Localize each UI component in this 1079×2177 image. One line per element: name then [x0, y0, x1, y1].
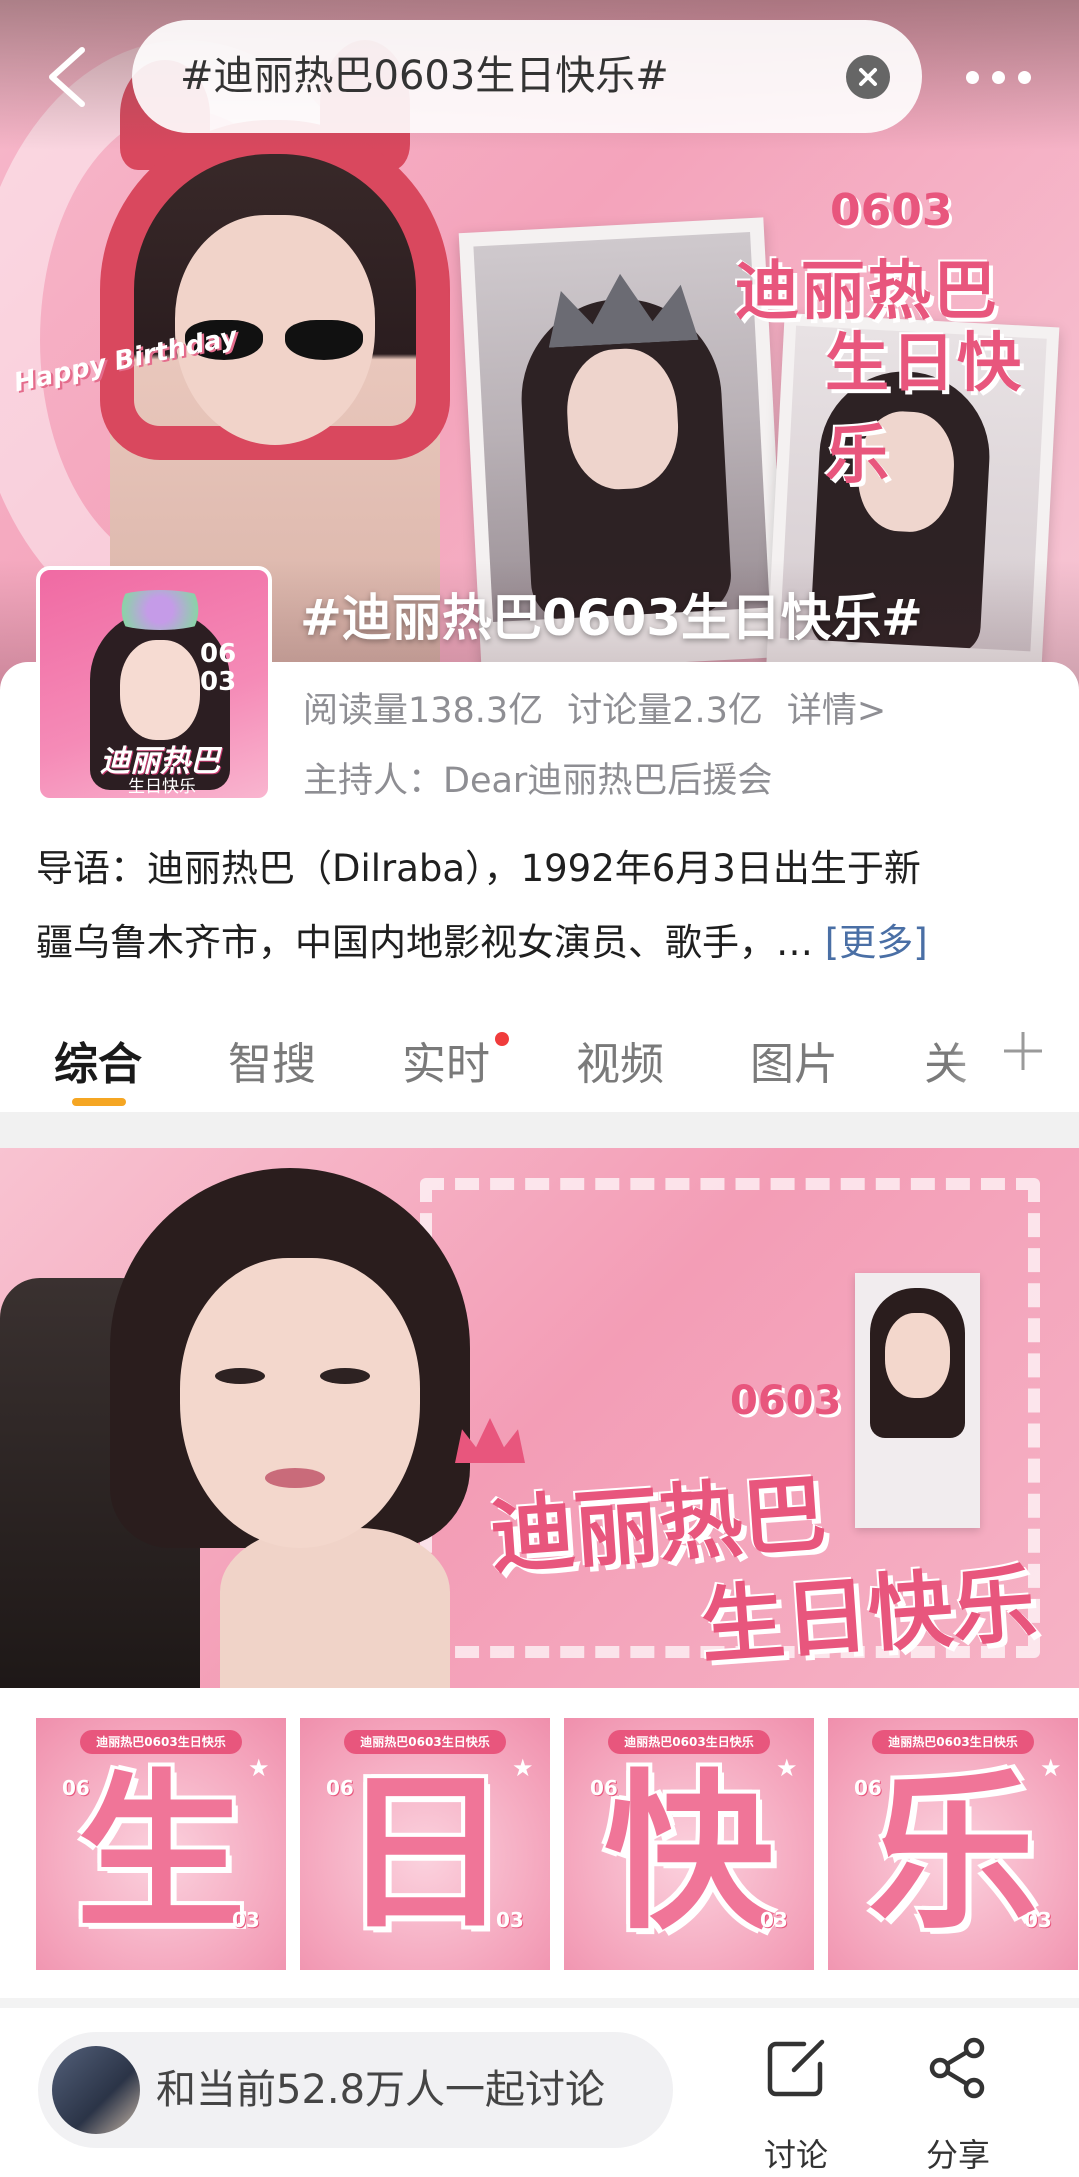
stamp-photo [855, 1273, 980, 1528]
back-button[interactable] [40, 40, 100, 115]
hero-title-line2: 生日快乐 [825, 327, 1023, 493]
discuss-prompt: 和当前52.8万人一起讨论 [156, 2067, 606, 2113]
plus-icon [1004, 1032, 1042, 1070]
top-bar: #迪丽热巴0603生日快乐# [0, 0, 1079, 150]
image-tile[interactable]: 迪丽热巴0603生日快乐 生 06 03 ★ [36, 1718, 286, 1970]
more-options-button[interactable] [960, 55, 1040, 99]
topic-avatar[interactable]: 06 03 迪丽热巴 生日快乐 [36, 566, 272, 802]
details-link[interactable]: 详情> [787, 691, 886, 731]
realtime-notification-dot [495, 1032, 509, 1046]
avatar-date-text: 06 03 [200, 639, 237, 697]
read-count: 阅读量138.3亿 [303, 691, 544, 731]
tab-video[interactable]: 视频 [576, 1028, 664, 1092]
image-tile[interactable]: 迪丽热巴0603生日快乐 快 06 03 ★ [564, 1718, 814, 1970]
flower-crown [100, 590, 220, 630]
tile-number-top: 06 [326, 1776, 354, 1800]
tab-smart-search[interactable]: 智搜 [228, 1028, 316, 1092]
intro-line-2: 疆乌鲁木齐市，中国内地影视女演员、歌手，… [36, 921, 813, 964]
share-button[interactable]: 分享 [898, 2032, 1018, 2174]
topic-stats: 阅读量138.3亿 讨论量2.3亿 详情> [303, 682, 910, 733]
bottom-divider [0, 1998, 1079, 2008]
tile-number-top: 06 [62, 1776, 90, 1800]
discuss-button[interactable]: 讨论 [736, 2032, 856, 2174]
discussion-count: 讨论量2.3亿 [567, 691, 763, 731]
more-link[interactable]: [更多] [825, 921, 928, 964]
user-avatar [52, 2046, 140, 2134]
tile-caption: 迪丽热巴0603生日快乐 [80, 1730, 242, 1754]
image-tiles: 迪丽热巴0603生日快乐 生 06 03 ★ 迪丽热巴0603生日快乐 日 06… [36, 1718, 1079, 1970]
tile-caption: 迪丽热巴0603生日快乐 [608, 1730, 770, 1754]
banner-title-line2: 生日快乐 [697, 1554, 1040, 1676]
bottom-bar: 和当前52.8万人一起讨论 讨论 分享 [0, 2008, 1079, 2177]
share-icon [929, 2037, 985, 2099]
topic-intro: 导语：迪丽热巴（Dilraba），1992年6月3日出生于新 疆乌鲁木齐市，中国… [36, 832, 1046, 980]
avatar-sub-text: 生日快乐 [128, 777, 196, 797]
clear-icon [859, 68, 877, 86]
star-icon: ★ [1040, 1754, 1062, 1782]
tile-number-bottom: 03 [232, 1908, 260, 1932]
share-label: 分享 [925, 2136, 990, 2174]
tile-number-top: 06 [854, 1776, 882, 1800]
intro-line-1: 导语：迪丽热巴（Dilraba），1992年6月3日出生于新 [36, 847, 921, 890]
discuss-label: 讨论 [763, 2136, 828, 2174]
edit-icon [767, 2039, 825, 2097]
tile-number-bottom: 03 [496, 1908, 524, 1932]
star-icon: ★ [776, 1754, 798, 1782]
tab-realtime[interactable]: 实时 [402, 1028, 490, 1092]
search-query: #迪丽热巴0603生日快乐# [180, 53, 669, 99]
birthday-banner-image[interactable]: 0603 迪丽热巴 生日快乐 [0, 1148, 1079, 1688]
tab-pictures[interactable]: 图片 [750, 1028, 838, 1092]
hero-date-number: 0603 [830, 185, 953, 236]
tile-number-top: 06 [590, 1776, 618, 1800]
tab-comprehensive[interactable]: 综合 [54, 1028, 142, 1092]
search-box[interactable]: #迪丽热巴0603生日快乐# [132, 20, 922, 133]
topic-title: #迪丽热巴0603生日快乐# [300, 589, 923, 647]
topic-host[interactable]: 主持人：Dear迪丽热巴后援会 [303, 752, 772, 803]
image-tile[interactable]: 迪丽热巴0603生日快乐 日 06 03 ★ [300, 1718, 550, 1970]
discuss-input[interactable]: 和当前52.8万人一起讨论 [38, 2032, 673, 2148]
star-icon: ★ [248, 1754, 270, 1782]
add-tab-button[interactable] [1000, 1020, 1046, 1080]
banner-date-number: 0603 [730, 1378, 842, 1424]
clear-search-button[interactable] [846, 55, 890, 99]
back-arrow-icon [49, 47, 85, 107]
tile-caption: 迪丽热巴0603生日快乐 [872, 1730, 1034, 1754]
active-tab-indicator [72, 1098, 126, 1106]
section-divider [0, 1112, 1079, 1148]
tile-number-bottom: 03 [1024, 1908, 1052, 1932]
star-icon: ★ [512, 1754, 534, 1782]
tab-bar: 综合 智搜 实时 视频 图片 关 [0, 1010, 1079, 1110]
tile-caption: 迪丽热巴0603生日快乐 [344, 1730, 506, 1754]
image-tile[interactable]: 迪丽热巴0603生日快乐 乐 06 03 ★ [828, 1718, 1078, 1970]
tile-number-bottom: 03 [760, 1908, 788, 1932]
